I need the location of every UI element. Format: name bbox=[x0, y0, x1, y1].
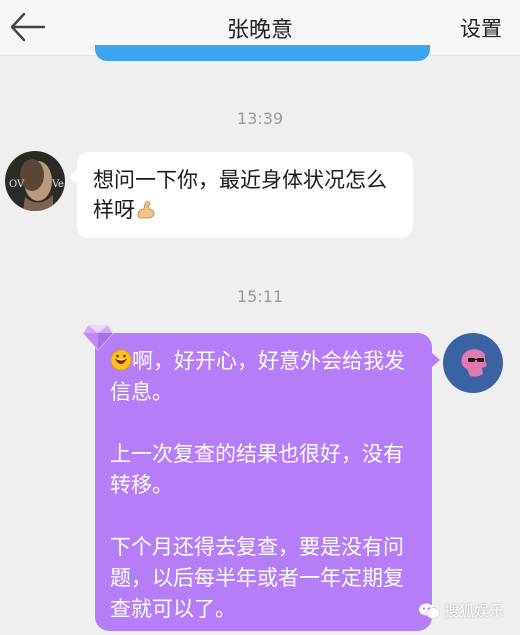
watermark: 搜狐娱乐 bbox=[418, 600, 504, 621]
grinning-face-emoji-icon bbox=[110, 349, 132, 371]
diamond-icon bbox=[82, 323, 114, 351]
timestamp: 13:39 bbox=[236, 109, 284, 128]
message-text: 下个月还得去复查，要是没有问题，以后每半年或者一年定期复查就可以了。 bbox=[110, 535, 404, 621]
previous-message-bubble[interactable] bbox=[95, 45, 430, 61]
flexed-biceps-emoji-icon bbox=[135, 198, 157, 220]
message-paragraph: 上一次复查的结果也很好，没有转移。 bbox=[110, 439, 420, 501]
message-text: 上一次复查的结果也很好，没有转移。 bbox=[110, 442, 404, 497]
message-paragraph: 下个月还得去复查，要是没有问题，以后每半年或者一年定期复查就可以了。 bbox=[110, 532, 420, 625]
wechat-icon bbox=[418, 603, 440, 619]
self-message-bubble[interactable]: 啊，好开心，好意外会给我发信息。 上一次复查的结果也很好，没有转移。 下个月还得… bbox=[95, 333, 440, 631]
chat-title: 张晚意 bbox=[226, 18, 293, 43]
settings-button[interactable]: 设置 bbox=[460, 13, 502, 43]
contact-avatar-image: O V V e bbox=[5, 151, 65, 211]
contact-message-bubble[interactable]: 想问一下你，最近身体状况怎么样呀 bbox=[69, 152, 413, 238]
self-avatar-image bbox=[443, 333, 503, 393]
timestamp: 15:11 bbox=[236, 287, 284, 306]
svg-text:V: V bbox=[16, 179, 25, 190]
svg-text:O: O bbox=[9, 179, 17, 190]
message-paragraph: 啊，好开心，好意外会给我发信息。 bbox=[110, 346, 420, 408]
message-text: 啊，好开心，好意外会给我发信息。 bbox=[110, 349, 405, 404]
watermark-text: 搜狐娱乐 bbox=[443, 602, 504, 620]
svg-text:e: e bbox=[58, 179, 64, 190]
self-avatar[interactable] bbox=[443, 333, 503, 393]
contact-avatar[interactable]: O V V e bbox=[5, 151, 65, 211]
